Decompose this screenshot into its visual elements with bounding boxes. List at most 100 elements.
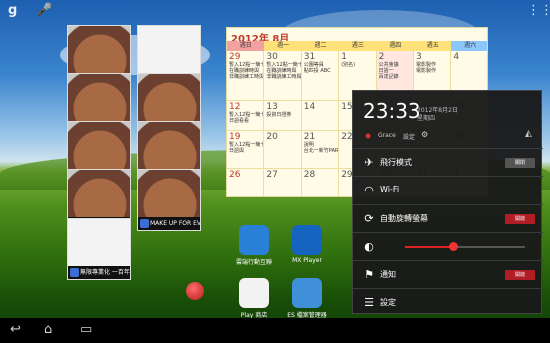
status-bar: g 🎤 ⋮⋮ bbox=[0, 0, 550, 22]
day-number: 14 bbox=[303, 102, 316, 112]
thumbnail-image bbox=[68, 74, 130, 124]
quick-setting-toggle[interactable]: 開啟 bbox=[505, 270, 535, 280]
day-number: 19 bbox=[229, 132, 241, 142]
day-number: 27 bbox=[266, 170, 278, 180]
day-number: 2 bbox=[378, 52, 385, 62]
back-icon[interactable]: ↩ bbox=[10, 323, 21, 337]
calendar-day-cell[interactable]: 19 暫入12點一簡十 日語與 bbox=[227, 131, 265, 169]
settings-icon: ☰ bbox=[364, 296, 374, 309]
calendar-day-header: 週二 bbox=[301, 41, 340, 51]
app-shortcut[interactable]: ES 檔案管理器 bbox=[283, 278, 331, 319]
notification-icon: ⚑ bbox=[364, 268, 374, 281]
quick-setting-row[interactable]: ◐ bbox=[353, 232, 543, 260]
thumbnail-image bbox=[138, 74, 200, 124]
day-number: 1 bbox=[341, 52, 347, 62]
brightness-icon: ◐ bbox=[364, 240, 374, 253]
day-number: 15 bbox=[341, 102, 353, 112]
calendar-event[interactable]: 投資日證券 bbox=[266, 112, 298, 118]
quick-setting-row[interactable]: ◠ Wi-Fi bbox=[353, 176, 543, 204]
calendar-event[interactable]: 台北一新竹PARTY bbox=[304, 148, 338, 154]
quick-setting-toggle[interactable]: 關閉 bbox=[505, 158, 535, 168]
quick-setting-toggle[interactable]: 開啟 bbox=[505, 214, 535, 224]
thumbnail-image bbox=[68, 26, 130, 76]
signal-icon: ◆ bbox=[365, 131, 372, 140]
calendar-day-cell[interactable]: 28 bbox=[302, 169, 340, 196]
recent-app-thumbnail[interactable]: 無限專業化 一百年前 bbox=[67, 218, 131, 280]
calendar-day-cell[interactable]: 14 bbox=[301, 101, 340, 131]
brightness-slider[interactable] bbox=[405, 242, 525, 251]
app-label: MX Player bbox=[292, 257, 322, 264]
play-store-icon bbox=[239, 278, 269, 308]
calendar-event[interactable]: 電影製作 bbox=[416, 68, 448, 74]
quick-setting-row[interactable]: ☰ 設定 bbox=[353, 288, 543, 316]
calendar-day-cell[interactable]: 21說明台北一新竹PARTY bbox=[301, 131, 340, 169]
calendar-day-header: 週三 bbox=[339, 41, 377, 51]
day-number: 31 bbox=[303, 52, 316, 62]
quick-setting-label: 通知 bbox=[380, 270, 396, 279]
mic-icon[interactable]: 🎤 bbox=[36, 3, 52, 19]
day-number: 3 bbox=[416, 52, 422, 62]
brightness-thumb[interactable] bbox=[449, 242, 458, 251]
ladybug-icon[interactable] bbox=[186, 282, 204, 300]
thumbnail-image bbox=[68, 122, 130, 172]
calendar-day-header: 週四 bbox=[376, 41, 414, 51]
quick-settings-panel: 23:33 2012年8月2日 星期四 ◆ Grace 設定 ⚙ ◭ ✈ 飛行模式… bbox=[352, 90, 543, 316]
calendar-day-cell[interactable]: 31 公園等員 點匹投 ABC bbox=[301, 51, 340, 101]
calendar-event[interactable]: 日語與 bbox=[229, 148, 261, 154]
calendar-event[interactable]: 非職訓練工時與 bbox=[229, 74, 263, 80]
calendar-event[interactable]: 日語看看 bbox=[229, 118, 261, 124]
thumbnail-image bbox=[68, 219, 130, 269]
user-name: Grace bbox=[378, 132, 396, 139]
calendar-day-cell[interactable]: 29 暫入12點一簡十 在職訓練時與 非職訓練工時與 bbox=[227, 51, 265, 101]
app-icon bbox=[70, 268, 79, 277]
calendar-event[interactable]: (別名) bbox=[341, 62, 373, 68]
quick-setting-row[interactable]: ✈ 飛行模式 關閉 bbox=[353, 148, 543, 176]
settings-shortcut-label[interactable]: 設定 bbox=[403, 132, 415, 141]
calendar-event[interactable]: 點匹投 ABC bbox=[304, 68, 336, 74]
thumbnail-image bbox=[138, 122, 200, 172]
network-icon: ◭ bbox=[525, 129, 532, 139]
google-search-icon[interactable]: g bbox=[8, 3, 17, 19]
calendar-event[interactable]: 非職訓練工時與 bbox=[266, 74, 300, 80]
recent-apps-icon[interactable]: ▭ bbox=[80, 323, 92, 337]
auto-rotate-icon: ⟳ bbox=[364, 212, 374, 225]
calendar-day-cell[interactable]: 30 暫入12點一簡十 在職訓練時與 非職訓練工時與 bbox=[264, 51, 302, 101]
day-number: 21 bbox=[303, 132, 316, 142]
settings-icon[interactable]: ⚙ bbox=[421, 130, 428, 139]
mx-player-icon bbox=[292, 225, 322, 255]
home-icon[interactable]: ⌂ bbox=[44, 323, 52, 337]
airplane-icon: ✈ bbox=[364, 156, 374, 169]
calendar-day-cell[interactable]: 13 投資日證券 bbox=[264, 101, 302, 131]
day-number: 28 bbox=[303, 170, 316, 180]
app-shortcut[interactable]: 雲端行動互聯 bbox=[230, 225, 278, 266]
all-apps-icon[interactable]: ⋮⋮ bbox=[527, 3, 550, 19]
thumbnail-image bbox=[138, 26, 200, 76]
quick-setting-label: 自動旋轉螢幕 bbox=[380, 214, 428, 223]
calendar-event[interactable]: 百達記錄 bbox=[379, 74, 411, 80]
quick-setting-label: 飛行模式 bbox=[380, 158, 412, 167]
calendar-day-cell[interactable]: 27 bbox=[264, 169, 302, 196]
quick-setting-row[interactable]: ⚑ 通知 開啟 bbox=[353, 260, 543, 288]
es-file-manager-icon bbox=[292, 278, 322, 308]
day-number: 26 bbox=[229, 170, 241, 180]
app-icon bbox=[140, 219, 149, 228]
day-number: 12 bbox=[229, 102, 241, 112]
calendar-day-cell[interactable]: 20 bbox=[264, 131, 302, 169]
thumbnail-label: 無限專業化 一百年前 bbox=[80, 269, 131, 276]
calendar-day-header: 週日 bbox=[227, 41, 265, 51]
wifi-icon: ◠ bbox=[364, 184, 374, 197]
navigation-bar: ↩ ⌂ ▭ bbox=[0, 318, 550, 343]
day-number: 20 bbox=[266, 132, 278, 142]
app-label: 雲端行動互聯 bbox=[235, 259, 272, 266]
day-number: 30 bbox=[266, 52, 278, 62]
calendar-day-header: 週六 bbox=[451, 41, 487, 51]
calendar-day-cell[interactable]: 26 bbox=[227, 169, 265, 196]
app-shortcut[interactable]: Play 商店 bbox=[230, 278, 278, 319]
calendar-day-cell[interactable]: 12 暫入12點一簡十 日語看看 bbox=[227, 101, 265, 131]
clock-weekday: 星期四 bbox=[417, 115, 436, 122]
recent-app-thumbnail[interactable]: MAKE UP FOR EVER bbox=[137, 169, 201, 231]
day-number: 22 bbox=[341, 132, 353, 142]
clock-time: 23:33 bbox=[363, 99, 421, 123]
app-shortcut[interactable]: MX Player bbox=[283, 225, 331, 264]
quick-setting-row[interactable]: ⟳ 自動旋轉螢幕 開啟 bbox=[353, 204, 543, 232]
